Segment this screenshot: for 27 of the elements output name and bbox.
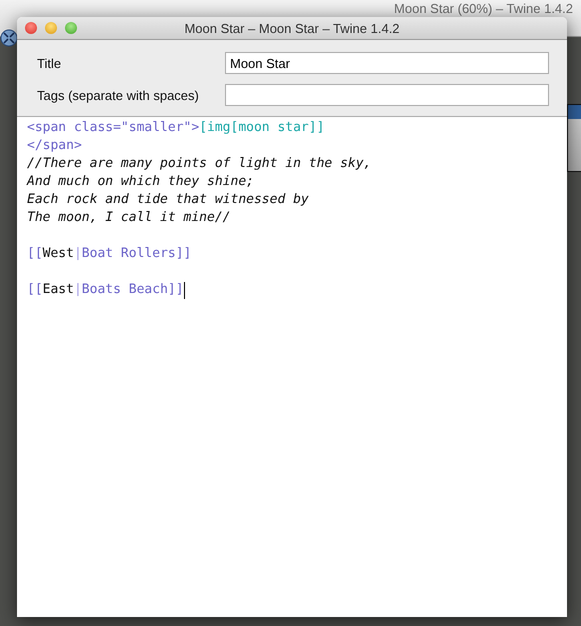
minimize-button[interactable]	[45, 22, 57, 34]
title-field[interactable]: Moon Star	[225, 52, 549, 74]
field-label: Title	[37, 56, 62, 70]
markup-tag: <span class="smaller">	[27, 119, 200, 137]
link-label: East	[42, 281, 74, 299]
background-window-title: Moon Star (60%) – Twine 1.4.2	[394, 1, 573, 16]
link-bracket: ]]	[176, 245, 192, 263]
link-target: Boats Beach	[82, 281, 168, 299]
poem-text: Each rock and tide that witnessed by	[27, 191, 309, 209]
field-label: Tags (separate with spaces)	[37, 88, 200, 102]
link-bracket: ]]	[168, 281, 184, 299]
link-bracket: [[	[27, 281, 43, 299]
poem-text: And much on which they shine;	[27, 173, 254, 191]
fullscreen-icon[interactable]	[0, 29, 18, 47]
poem-text: The moon, I call it mine//	[27, 209, 230, 227]
window-title: Moon Star – Moon Star – Twine 1.4.2	[184, 20, 400, 36]
markup-tag: </span>	[27, 137, 82, 155]
poem-text: //There are many points of light in the sky,	[27, 155, 372, 173]
link-bracket: [[	[27, 245, 43, 263]
link-target: Boat Rollers	[82, 245, 176, 263]
close-button[interactable]	[25, 22, 37, 34]
tags-field[interactable]	[225, 84, 549, 106]
zoom-button[interactable]	[65, 22, 77, 34]
link-label: West	[42, 245, 74, 263]
link-separator: |	[74, 245, 82, 263]
image-link: [img[moon star]]	[199, 119, 324, 137]
link-separator: |	[74, 281, 82, 299]
